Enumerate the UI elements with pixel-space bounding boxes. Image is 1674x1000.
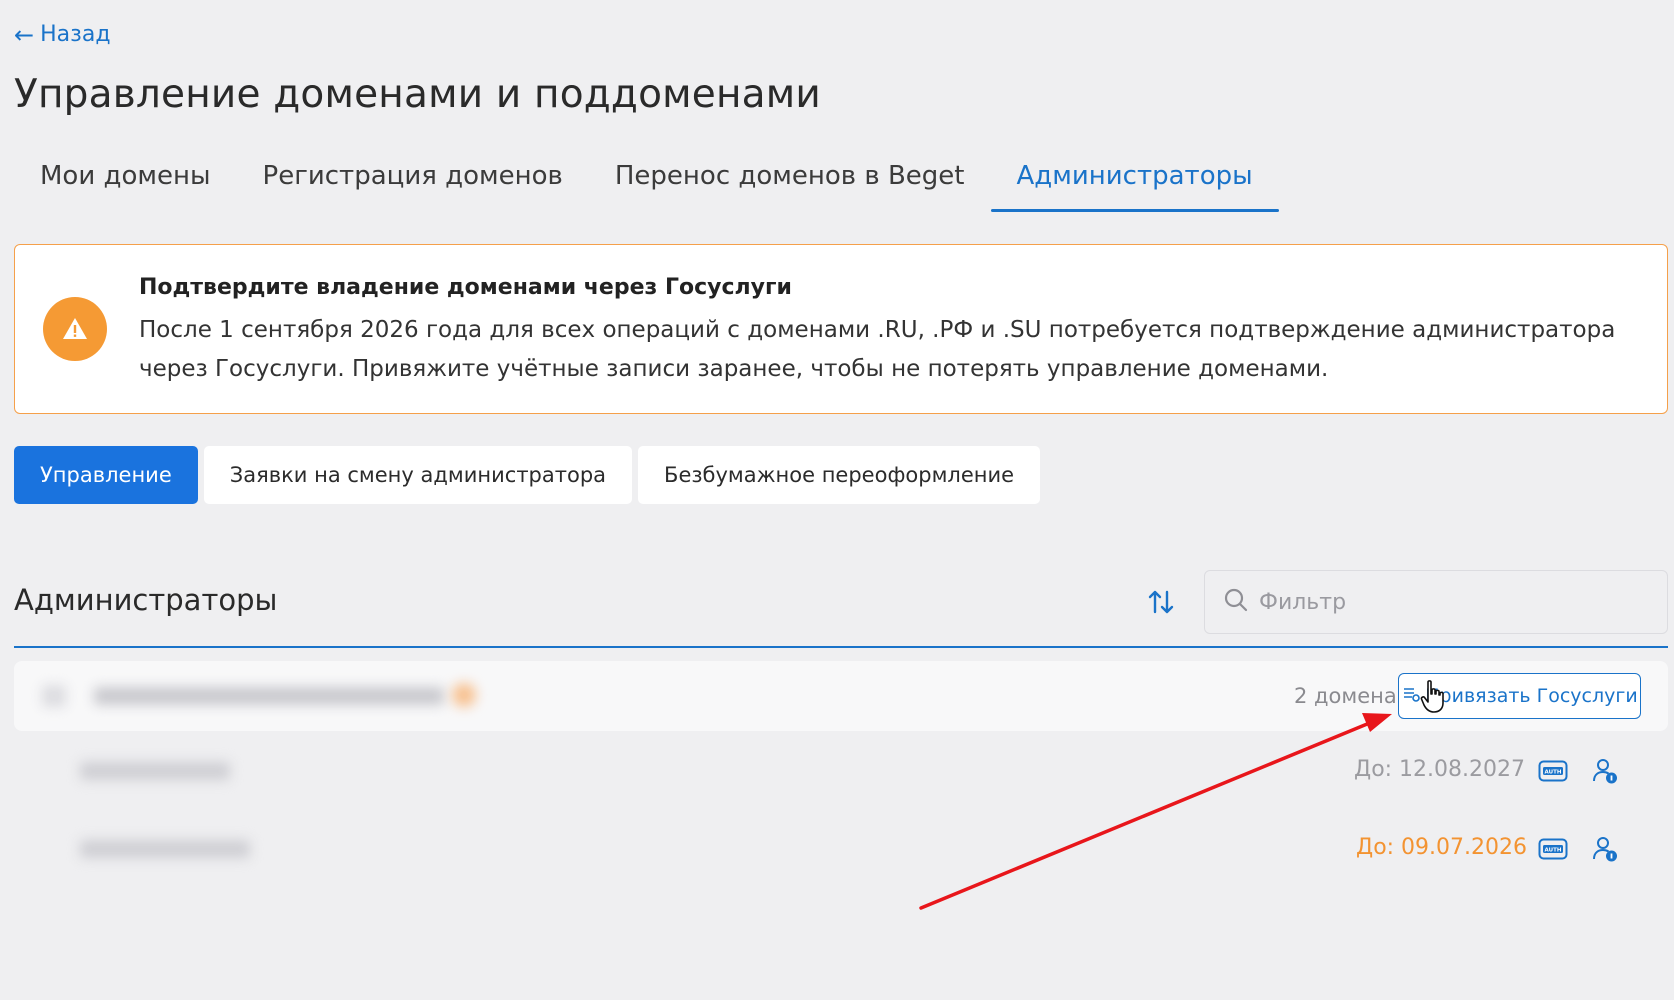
redacted-status-dot — [452, 683, 476, 707]
section-title: Администраторы — [14, 583, 278, 617]
domains-count: 2 домена — [1294, 684, 1397, 708]
redacted-domain-name — [80, 762, 230, 780]
user-info-icon[interactable] — [1592, 757, 1618, 785]
back-link[interactable]: ← Назад — [14, 22, 111, 47]
filter-input[interactable] — [1259, 589, 1639, 615]
alert-title: Подтвердите владение доменами через Госу… — [139, 275, 792, 300]
redacted-admin-name — [94, 687, 444, 705]
svg-text:AUTH: AUTH — [1545, 769, 1562, 775]
auth-icon[interactable]: AUTH — [1538, 838, 1568, 860]
tab-bar: Мои домены Регистрация доменов Перенос д… — [14, 140, 1279, 212]
paperless-reissue-button[interactable]: Безбумажное переоформление — [638, 446, 1041, 504]
alert-body: После 1 сентября 2026 года для всех опер… — [139, 317, 1616, 382]
page-title: Управление доменами и поддоменами — [14, 72, 821, 117]
auth-icon[interactable]: AUTH — [1538, 760, 1568, 782]
gosuslugi-icon — [1401, 684, 1421, 709]
domain-expiry-date: До: 12.08.2027 — [1354, 757, 1526, 782]
tab-administrators[interactable]: Администраторы — [990, 140, 1279, 212]
tab-domain-registration[interactable]: Регистрация доменов — [237, 140, 589, 212]
admin-change-requests-button[interactable]: Заявки на смену администратора — [203, 446, 633, 504]
tab-domain-transfer[interactable]: Перенос доменов в Beget — [589, 140, 991, 212]
management-button[interactable]: Управление — [14, 446, 198, 504]
svg-text:AUTH: AUTH — [1545, 847, 1562, 853]
redacted-domain-name — [80, 840, 250, 858]
search-icon — [1223, 587, 1249, 617]
user-info-icon[interactable] — [1592, 835, 1618, 863]
warning-icon — [43, 297, 107, 361]
sort-icon[interactable] — [1145, 586, 1177, 618]
tab-my-domains[interactable]: Мои домены — [14, 140, 237, 212]
hand-cursor-icon — [1420, 679, 1446, 715]
gosuslugi-alert: Подтвердите владение доменами через Госу… — [14, 244, 1668, 414]
redacted-expand-arrow — [42, 685, 66, 707]
admin-subnav: Управление Заявки на смену администратор… — [14, 446, 1041, 504]
arrow-left-icon: ← — [14, 20, 35, 49]
back-label: Назад — [40, 22, 111, 47]
link-gosuslugi-label: Привязать Госуслуги — [1425, 685, 1638, 707]
domain-expiry-date: До: 09.07.2026 — [1356, 835, 1528, 860]
section-divider — [14, 646, 1668, 648]
filter-field[interactable] — [1204, 570, 1668, 634]
